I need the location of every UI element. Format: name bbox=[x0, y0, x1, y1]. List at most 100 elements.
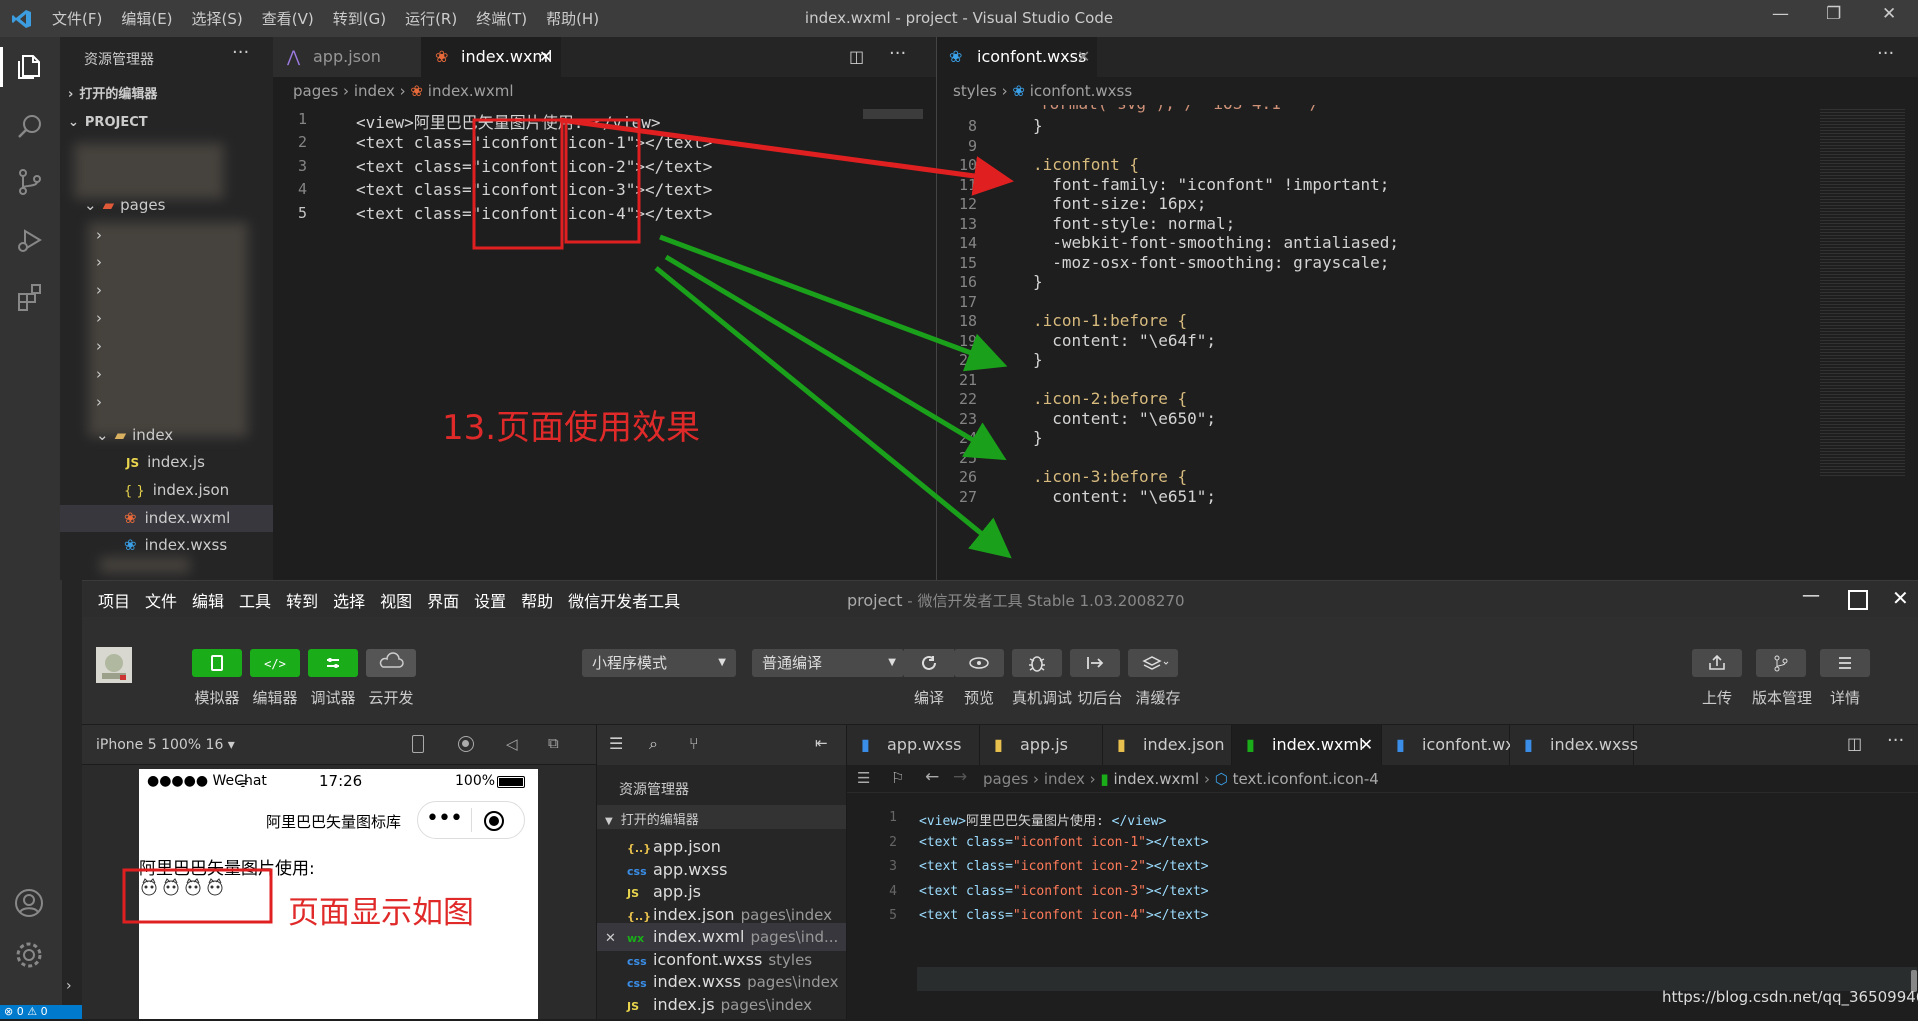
close-tab-icon[interactable]: ✕ bbox=[1077, 37, 1090, 77]
code-line-2[interactable]: <text class="iconfont icon-1"></text> bbox=[356, 133, 712, 152]
open-file-item[interactable]: JS index.js pages\index bbox=[597, 991, 847, 1019]
breadcrumb-pages[interactable]: pages bbox=[293, 82, 338, 100]
account-icon[interactable] bbox=[14, 888, 44, 918]
tree-collapsed-2[interactable]: › bbox=[60, 249, 273, 276]
open-editors-section[interactable]: › 打开的编辑器 bbox=[60, 81, 273, 108]
tree-collapsed-4[interactable]: › bbox=[60, 305, 273, 332]
wx-menu-tools[interactable]: 工具 bbox=[239, 588, 271, 612]
code-line[interactable]: .icon-2:before { bbox=[1033, 389, 1187, 408]
code-line[interactable]: -moz-osx-font-smoothing: grayscale; bbox=[1033, 253, 1389, 272]
code-line[interactable]: .icon-3:before { bbox=[1033, 467, 1187, 486]
explorer-icon[interactable] bbox=[15, 52, 45, 82]
list-icon[interactable]: ☰ bbox=[609, 734, 623, 753]
code-line-5[interactable]: <text class="iconfont icon-4"></text> bbox=[356, 204, 712, 223]
remote-debug-button[interactable] bbox=[1012, 649, 1062, 677]
run-debug-icon[interactable] bbox=[15, 225, 45, 255]
wx-menu-devtools[interactable]: 微信开发者工具 bbox=[568, 588, 680, 612]
editor-toggle[interactable]: </> bbox=[250, 649, 300, 677]
wx-menu-goto[interactable]: 转到 bbox=[286, 588, 318, 612]
tab-index-wxml[interactable]: ❀ index.wxml ✕ bbox=[421, 37, 561, 77]
wx-menu-file[interactable]: 文件 bbox=[145, 588, 177, 612]
breadcrumb-styles[interactable]: styles bbox=[953, 82, 997, 100]
tree-folder-pages[interactable]: ⌄ ▰ pages bbox=[60, 192, 273, 219]
compile-select[interactable]: 普通编译 ▼ bbox=[752, 649, 904, 677]
code-line[interactable]: } bbox=[1033, 350, 1043, 369]
clear-cache-button[interactable] bbox=[1128, 649, 1178, 677]
code-line[interactable]: } bbox=[1033, 272, 1043, 291]
code-line[interactable]: <view>阿里巴巴矢量图片使用: </view> bbox=[919, 810, 1166, 829]
code-line-3[interactable]: <text class="iconfont icon-2"></text> bbox=[356, 157, 712, 176]
bookmark-icon[interactable]: ⚐ bbox=[891, 769, 904, 787]
tree-file-index-wxml[interactable]: ❀ index.wxml bbox=[60, 505, 273, 532]
extensions-icon[interactable] bbox=[15, 282, 45, 312]
wx-menu-help[interactable]: 帮助 bbox=[521, 588, 553, 612]
volume-icon[interactable]: ◁ bbox=[506, 735, 518, 753]
code-line[interactable]: .iconfont { bbox=[1033, 155, 1139, 174]
problems-status[interactable]: ⊗ 0 ⚠ 0 bbox=[4, 1005, 48, 1018]
home-icon[interactable] bbox=[458, 736, 474, 752]
simulator-toggle[interactable] bbox=[192, 649, 242, 677]
chevron-right-icon[interactable]: › bbox=[66, 978, 72, 994]
wx-menu-settings[interactable]: 设置 bbox=[474, 588, 506, 612]
split-editor-icon[interactable]: ◫ bbox=[1847, 734, 1862, 753]
background-button[interactable] bbox=[1070, 649, 1120, 677]
code-line[interactable]: font-size: 16px; bbox=[1033, 194, 1206, 213]
tree-collapsed-3[interactable]: › bbox=[60, 277, 273, 304]
branch-icon[interactable]: ⑂ bbox=[689, 734, 699, 753]
debugger-toggle[interactable] bbox=[308, 649, 358, 677]
wx-menu-view[interactable]: 视图 bbox=[380, 588, 412, 612]
details-button[interactable] bbox=[1820, 649, 1870, 677]
search-icon[interactable]: ⌕ bbox=[649, 734, 658, 754]
project-section[interactable]: ⌄ PROJECT bbox=[60, 109, 273, 136]
version-button[interactable] bbox=[1756, 649, 1806, 677]
device-select[interactable]: iPhone 5 100% 16 ▾ bbox=[96, 737, 235, 753]
avatar[interactable] bbox=[96, 647, 132, 683]
back-arrow-icon[interactable]: ← bbox=[925, 767, 939, 787]
code-line[interactable]: content: "\e651"; bbox=[1033, 487, 1216, 506]
code-line[interactable]: font-style: normal; bbox=[1033, 214, 1235, 233]
code-line-1[interactable]: <view>阿里巴巴矢量图片使用: </view> bbox=[356, 109, 661, 133]
devtools-tab[interactable]: ▮ index.wxml ✕ bbox=[1232, 725, 1382, 765]
tree-file-index-js[interactable]: JS index.js bbox=[60, 449, 273, 476]
code-line[interactable]: content: "\e650"; bbox=[1033, 409, 1216, 428]
code-line[interactable]: .icon-1:before { bbox=[1033, 311, 1187, 330]
code-line[interactable]: <text class="iconfont icon-1"></text> bbox=[919, 835, 1209, 850]
editor-more-icon[interactable]: ··· bbox=[889, 43, 906, 64]
tree-collapsed-6[interactable]: › bbox=[60, 361, 273, 388]
restore-icon[interactable]: ❐ bbox=[1826, 4, 1841, 24]
code-line[interactable]: -webkit-font-smoothing: antialiased; bbox=[1033, 233, 1399, 252]
open-editors-section[interactable]: ▼ 打开的编辑器 bbox=[605, 809, 699, 828]
rotate-icon[interactable] bbox=[412, 735, 424, 753]
minimap[interactable] bbox=[863, 109, 923, 119]
upload-button[interactable] bbox=[1692, 649, 1742, 677]
code-line[interactable]: <text class="iconfont icon-2"></text> bbox=[919, 859, 1209, 874]
code-line[interactable]: <text class="iconfont icon-3"></text> bbox=[919, 884, 1209, 899]
more-actions-icon[interactable]: ··· bbox=[232, 42, 249, 63]
wx-menu-interface[interactable]: 界面 bbox=[427, 588, 459, 612]
close-miniprogram-icon[interactable] bbox=[484, 811, 504, 831]
collapse-panel-icon[interactable]: ⇤ bbox=[815, 734, 828, 752]
wx-menu-select[interactable]: 选择 bbox=[333, 588, 365, 612]
breadcrumb-index[interactable]: index bbox=[354, 82, 395, 100]
tree-file-index-wxss[interactable]: ❀ index.wxss bbox=[60, 532, 273, 559]
tree-collapsed-5[interactable]: › bbox=[60, 333, 273, 360]
wx-menu-project[interactable]: 项目 bbox=[98, 588, 130, 612]
split-editor-icon[interactable]: ◫ bbox=[849, 47, 864, 66]
devtools-tab[interactable]: ▮ index.json bbox=[1103, 725, 1232, 765]
code-line[interactable]: content: "\e64f"; bbox=[1033, 331, 1216, 350]
wx-minimize-icon[interactable]: — bbox=[1802, 585, 1820, 606]
devtools-tab[interactable]: ▮ app.wxss bbox=[847, 725, 980, 765]
breadcrumb-file[interactable]: iconfont.wxss bbox=[1030, 82, 1133, 100]
wx-menu-edit[interactable]: 编辑 bbox=[192, 588, 224, 612]
detach-window-icon[interactable]: ⧉ bbox=[548, 734, 559, 752]
manage-gear-icon[interactable] bbox=[14, 940, 44, 970]
compile-button[interactable] bbox=[904, 649, 954, 677]
cloud-dev-button[interactable] bbox=[366, 649, 416, 677]
editor-more-icon[interactable]: ··· bbox=[1877, 43, 1894, 64]
forward-arrow-icon[interactable]: → bbox=[953, 767, 967, 787]
wx-close-icon[interactable]: ✕ bbox=[1892, 586, 1909, 610]
devtools-tab[interactable]: ▮ index.wxss bbox=[1510, 725, 1638, 765]
source-control-icon[interactable] bbox=[15, 167, 45, 197]
tree-collapsed-7[interactable]: › bbox=[60, 389, 273, 416]
devtools-tab[interactable]: ▮ app.js bbox=[980, 725, 1103, 765]
